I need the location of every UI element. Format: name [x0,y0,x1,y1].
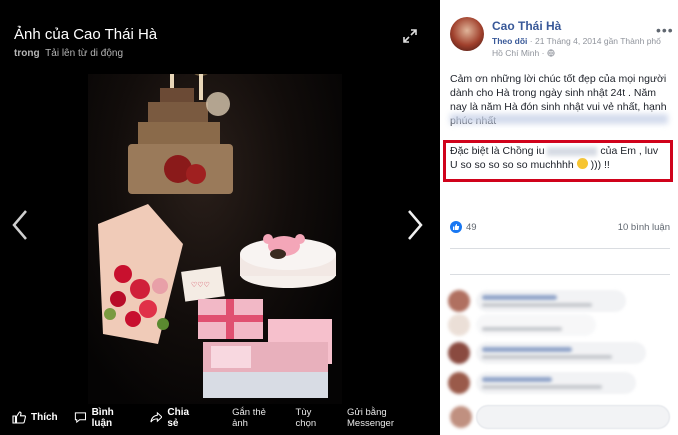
svg-text:♡♡♡: ♡♡♡ [191,281,210,289]
author-name[interactable]: Cao Thái Hà [492,19,561,33]
photo-secondary-actions: Gắn thẻ ảnh Tùy chọn Gửi bằng Messenger [216,407,428,429]
blurred-text [450,114,668,124]
birthday-photo: ♡♡♡ [88,74,342,404]
share-label: Chia sẻ [167,406,190,429]
more-options-button[interactable]: ••• [656,22,674,38]
divider [450,274,670,275]
blurred-name [547,146,598,156]
chevron-left-icon [12,210,27,240]
send-messenger-link[interactable]: Gửi bằng Messenger [347,407,428,429]
share-icon [149,411,163,423]
comment-label: Bình luận [91,406,114,429]
tag-photo-link[interactable]: Gắn thẻ ảnh [232,407,279,429]
options-link[interactable]: Tùy chọn [296,407,331,429]
comment-icon [74,412,86,424]
highlighted-text: Đặc biệt là Chồng iu của Em , luv U so s… [450,144,666,172]
next-photo-button[interactable] [405,208,425,242]
comment-item [448,370,674,398]
like-label: Thích [31,412,58,423]
commenter-avatar [448,290,470,312]
highlight-part1: Đặc biệt là Chồng iu [450,145,545,157]
comment-button[interactable]: Bình luận [74,407,134,429]
previous-photo-button[interactable] [10,208,30,242]
follow-link[interactable]: Theo dõi [492,36,527,46]
post-meta: Theo dõi · 21 Tháng 4, 2014 gần Thành ph… [492,35,668,59]
post-side-panel: Cao Thái Hà Theo dõi · 21 Tháng 4, 2014 … [440,0,678,435]
smile-emoji-icon [576,158,588,169]
chevron-right-icon [408,210,423,240]
comment-input[interactable] [476,405,670,429]
comment-count[interactable]: 10 bình luận [618,222,670,233]
like-reaction-icon [450,221,462,233]
like-button[interactable]: Thích [12,411,58,424]
viewer-subtitle: trong Tải lên từ di động [14,48,123,59]
viewer-title: Ảnh của Cao Thái Hà [14,26,158,43]
highlight-part3: ))) !! [590,159,610,171]
commenter-avatar [448,372,470,394]
like-count[interactable]: 49 [466,222,477,233]
divider [450,248,670,249]
thumbs-up-icon [12,411,26,424]
subtitle-prefix: trong [14,48,40,59]
photo-viewer: Ảnh của Cao Thái Hà trong Tải lên từ di … [0,0,440,435]
comment-item [448,312,674,340]
commenter-avatar [448,314,470,336]
comment-item [448,340,674,368]
avatar[interactable] [450,17,484,51]
reaction-summary: 49 10 bình luận [450,221,670,233]
album-link[interactable]: Tải lên từ di động [45,48,123,59]
commenter-avatar [448,342,470,364]
photo-action-bar: Thích Bình luận Chia sẻ Gắn thẻ ảnh Tùy … [0,400,440,435]
globe-icon [547,49,555,57]
expand-icon[interactable] [402,28,418,44]
share-button[interactable]: Chia sẻ [149,406,201,429]
current-user-avatar [450,406,472,428]
